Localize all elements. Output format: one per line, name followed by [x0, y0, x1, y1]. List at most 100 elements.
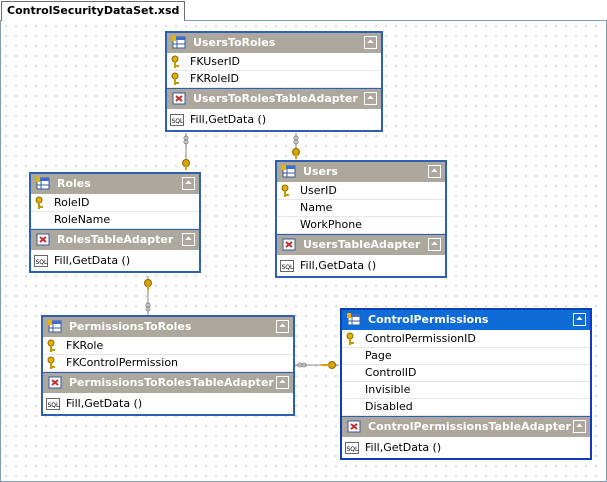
- column-row[interactable]: Invisible: [342, 382, 590, 399]
- primary-key-icon: [47, 339, 55, 352]
- tableadapter-header[interactable]: RolesTableAdapter ⏶: [31, 229, 199, 251]
- column-row[interactable]: Disabled: [342, 399, 590, 416]
- column-row[interactable]: Page: [342, 348, 590, 365]
- table-title: ControlPermissions: [368, 313, 489, 326]
- query-methods: Fill,GetData (): [300, 259, 377, 272]
- column-list: FKRole FKControlPermission: [43, 338, 293, 372]
- query-row[interactable]: SQL Fill,GetData (): [342, 438, 590, 458]
- relation-userstoroles-roles[interactable]: [182, 133, 190, 170]
- sql-query-icon: SQL: [34, 255, 48, 267]
- column-name: FKUserID: [190, 55, 241, 68]
- collapse-chevron-icon[interactable]: ⏶: [364, 92, 377, 105]
- collapse-chevron-icon[interactable]: ⏶: [573, 420, 586, 433]
- tableadapter-header[interactable]: ControlPermissionsTableAdapter ⏶: [342, 416, 590, 438]
- column-row[interactable]: WorkPhone: [277, 217, 445, 234]
- datatable-icon: [282, 165, 296, 178]
- primary-key-icon: [171, 72, 179, 85]
- column-name: ControlID: [365, 366, 417, 379]
- table-header[interactable]: UsersToRoles ⏶: [167, 33, 381, 54]
- table-userstoroles[interactable]: UsersToRoles ⏶ FKUserID FKRoleID UsersTo…: [165, 31, 383, 132]
- datatable-icon: [172, 36, 186, 49]
- query-methods: Fill,GetData (): [365, 441, 442, 454]
- collapse-chevron-icon[interactable]: ⏶: [573, 313, 586, 326]
- column-row[interactable]: FKRole: [43, 338, 293, 355]
- table-header[interactable]: Roles ⏶: [31, 174, 199, 195]
- table-header[interactable]: PermissionsToRoles ⏶: [43, 317, 293, 338]
- column-name: RoleName: [54, 213, 111, 226]
- relation-roles-permissionstoroles[interactable]: [144, 276, 152, 315]
- tableadapter-header[interactable]: UsersToRolesTableAdapter ⏶: [167, 88, 381, 110]
- table-title: Roles: [57, 177, 91, 190]
- column-row[interactable]: ControlID: [342, 365, 590, 382]
- table-title: PermissionsToRoles: [69, 320, 192, 333]
- column-name: FKRole: [66, 339, 104, 352]
- primary-key-icon: [171, 55, 179, 68]
- column-name: Page: [365, 349, 392, 362]
- collapse-chevron-icon[interactable]: ⏶: [364, 36, 377, 49]
- collapse-chevron-icon[interactable]: ⏶: [182, 233, 195, 246]
- svg-text:SQL: SQL: [48, 402, 61, 409]
- table-header[interactable]: Users ⏶: [277, 162, 445, 183]
- tableadapter-icon: [48, 376, 62, 389]
- query-row[interactable]: SQL Fill,GetData (): [31, 251, 199, 271]
- column-row[interactable]: FKRoleID: [167, 71, 381, 88]
- column-row[interactable]: RoleID: [31, 195, 199, 212]
- table-controlpermissions[interactable]: ControlPermissions ⏶ ControlPermissionID…: [340, 308, 592, 460]
- column-row[interactable]: UserID: [277, 183, 445, 200]
- column-row[interactable]: Name: [277, 200, 445, 217]
- tableadapter-title: ControlPermissionsTableAdapter: [368, 420, 571, 433]
- column-name: RoleID: [54, 196, 90, 209]
- query-methods: Fill,GetData (): [66, 397, 143, 410]
- primary-key-icon: [346, 332, 354, 345]
- tableadapter-header[interactable]: UsersTableAdapter ⏶: [277, 234, 445, 256]
- column-row[interactable]: FKUserID: [167, 54, 381, 71]
- collapse-chevron-icon[interactable]: ⏶: [276, 376, 289, 389]
- table-title: UsersToRoles: [193, 36, 276, 49]
- table-header[interactable]: ControlPermissions ⏶: [342, 310, 590, 331]
- relation-permissionstoroles-controlpermissions[interactable]: [294, 361, 339, 369]
- collapse-chevron-icon[interactable]: ⏶: [182, 177, 195, 190]
- primary-key-icon: [35, 196, 43, 209]
- tableadapter-header[interactable]: PermissionsToRolesTableAdapter ⏶: [43, 372, 293, 394]
- collapse-chevron-icon[interactable]: ⏶: [428, 238, 441, 251]
- column-row[interactable]: RoleName: [31, 212, 199, 229]
- column-list: ControlPermissionID Page ControlID Invis…: [342, 331, 590, 416]
- collapse-chevron-icon[interactable]: ⏶: [276, 320, 289, 333]
- tableadapter-icon: [282, 238, 296, 251]
- column-list: UserID Name WorkPhone: [277, 183, 445, 234]
- query-row[interactable]: SQL Fill,GetData (): [43, 394, 293, 414]
- sql-query-icon: SQL: [345, 442, 359, 454]
- tableadapter-icon: [36, 233, 50, 246]
- table-roles[interactable]: Roles ⏶ RoleID RoleName RolesTableAdapte…: [29, 172, 201, 273]
- column-name: WorkPhone: [300, 218, 362, 231]
- dataset-designer-canvas[interactable]: UsersToRoles ⏶ FKUserID FKRoleID UsersTo…: [1, 21, 604, 479]
- column-name: Disabled: [365, 400, 413, 413]
- collapse-chevron-icon[interactable]: ⏶: [428, 165, 441, 178]
- datatable-icon: [36, 177, 50, 190]
- sql-query-icon: SQL: [280, 260, 294, 272]
- column-list: FKUserID FKRoleID: [167, 54, 381, 88]
- column-row[interactable]: ControlPermissionID: [342, 331, 590, 348]
- table-permissionstoroles[interactable]: PermissionsToRoles ⏶ FKRole FKControlPer…: [41, 315, 295, 416]
- svg-text:SQL: SQL: [282, 264, 295, 271]
- tableadapter-title: UsersToRolesTableAdapter: [193, 92, 358, 105]
- relation-userstoroles-users[interactable]: [292, 133, 300, 159]
- column-row[interactable]: FKControlPermission: [43, 355, 293, 372]
- table-users[interactable]: Users ⏶ UserID Name WorkPhone UsersTable…: [275, 160, 447, 278]
- column-list: RoleID RoleName: [31, 195, 199, 229]
- svg-text:SQL: SQL: [36, 259, 49, 266]
- sql-query-icon: SQL: [46, 398, 60, 410]
- document-tab-strip: ControlSecurityDataSet.xsd: [0, 0, 607, 21]
- query-row[interactable]: SQL Fill,GetData (): [277, 256, 445, 276]
- datatable-icon: [347, 313, 361, 326]
- tableadapter-title: UsersTableAdapter: [303, 238, 421, 251]
- column-name: ControlPermissionID: [365, 332, 476, 345]
- tableadapter-icon: [347, 420, 361, 433]
- table-title: Users: [303, 165, 338, 178]
- query-row[interactable]: SQL Fill,GetData (): [167, 110, 381, 130]
- tab-controlsecuritydataset[interactable]: ControlSecurityDataSet.xsd: [1, 1, 186, 21]
- datatable-icon: [48, 320, 62, 333]
- primary-key-icon: [281, 184, 289, 197]
- column-name: FKControlPermission: [66, 356, 179, 369]
- column-name: UserID: [300, 184, 337, 197]
